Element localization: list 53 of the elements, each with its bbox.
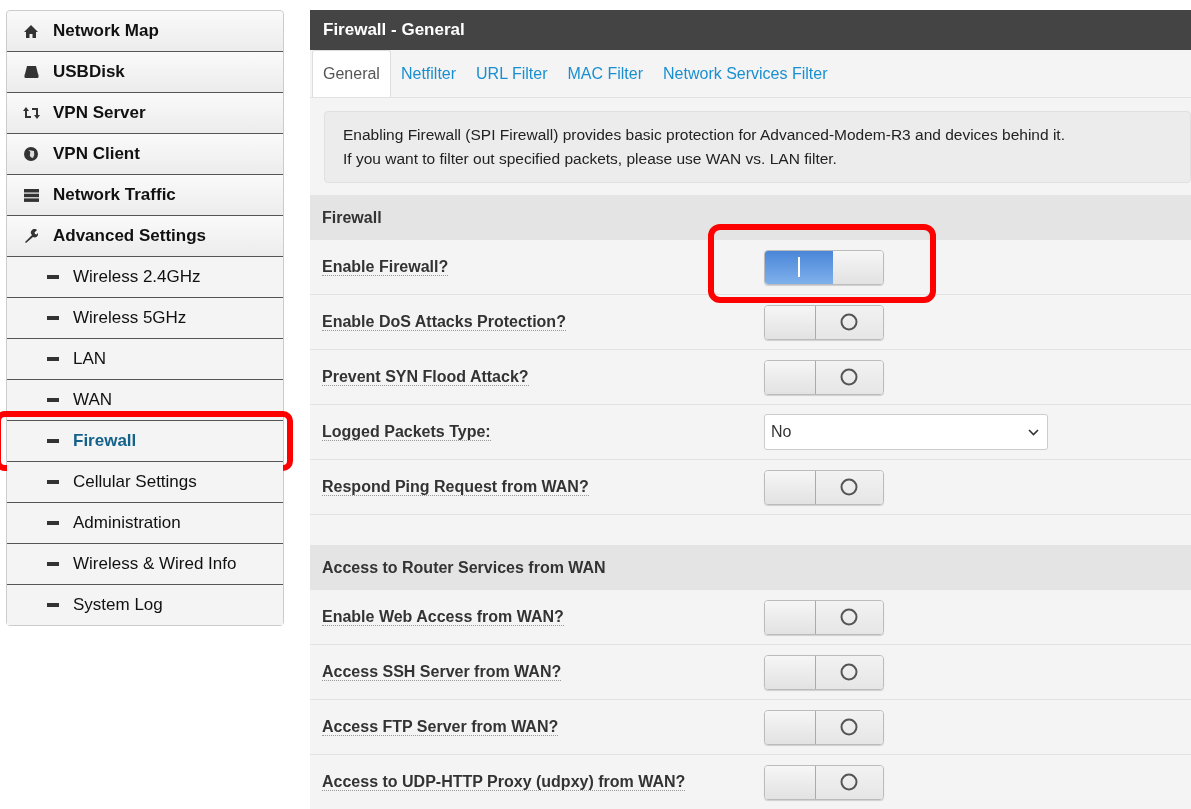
toggle-switch[interactable] — [764, 359, 884, 395]
setting-label: Access FTP Server from WAN? — [322, 718, 559, 736]
toggle-switch[interactable] — [764, 654, 884, 690]
toggle-switch[interactable] — [764, 599, 884, 635]
sidebar-item[interactable]: Advanced Settings — [7, 215, 283, 256]
sidebar-item[interactable]: Network Map — [7, 11, 283, 51]
circle-icon — [840, 478, 859, 496]
setting-label: Respond Ping Request from WAN? — [322, 478, 589, 496]
setting-label: Access to UDP-HTTP Proxy (udpxy) from WAN? — [322, 773, 686, 791]
circle-icon — [840, 718, 859, 736]
dash-icon — [47, 521, 59, 525]
circle-icon — [840, 608, 859, 626]
setting-label: Access SSH Server from WAN? — [322, 663, 562, 681]
sidebar-item[interactable]: VPN Server — [7, 92, 283, 133]
toggle-switch[interactable] — [764, 764, 884, 800]
sidebar-item[interactable]: USBDisk — [7, 51, 283, 92]
dash-icon — [47, 316, 59, 320]
dash-icon — [47, 398, 59, 402]
wrench-icon — [24, 229, 38, 243]
circle-icon — [840, 663, 859, 681]
section-heading: Firewall — [322, 208, 382, 227]
toggle-switch[interactable] — [764, 249, 884, 285]
setting-label: Enable Firewall? — [322, 258, 449, 276]
arrows-icon — [22, 107, 40, 119]
globe-icon — [24, 147, 38, 161]
tab[interactable]: General — [312, 50, 391, 97]
toggle-switch[interactable] — [764, 709, 884, 745]
drive-icon — [23, 66, 39, 78]
info-note: Enabling Firewall (SPI Firewall) provides basic protection for Advanced-Modem-R3 and devices behind it. If you want to filter out specified packets, please use WAN vs. LAN filter. — [324, 111, 1191, 183]
chevron-icon — [1028, 428, 1039, 436]
sidebar-item[interactable]: System Log — [7, 584, 283, 625]
home-icon — [24, 24, 38, 38]
sidebar-item[interactable]: VPN Client — [7, 133, 283, 174]
panel-title: Firewall - General — [323, 20, 465, 40]
section-heading: Access to Router Services from WAN — [322, 558, 606, 577]
toggle-switch[interactable] — [764, 469, 884, 505]
circle-icon — [840, 368, 859, 386]
dash-icon — [47, 357, 59, 361]
dash-icon — [47, 603, 59, 607]
setting-label: Enable DoS Attacks Protection? — [322, 313, 566, 331]
setting-label: Enable Web Access from WAN? — [322, 608, 564, 626]
setting-label: Logged Packets Type: — [322, 423, 491, 441]
dash-icon — [47, 562, 59, 566]
toggle-switch[interactable] — [764, 304, 884, 340]
dropdown[interactable]: No — [764, 414, 1048, 450]
list-icon — [23, 188, 39, 202]
dash-icon — [47, 439, 59, 443]
dash-icon — [47, 275, 59, 279]
setting-label: Prevent SYN Flood Attack? — [322, 368, 529, 386]
sidebar-item[interactable]: Network Traffic — [7, 174, 283, 215]
circle-icon — [840, 773, 859, 791]
dash-icon — [47, 480, 59, 484]
circle-icon — [840, 313, 859, 331]
